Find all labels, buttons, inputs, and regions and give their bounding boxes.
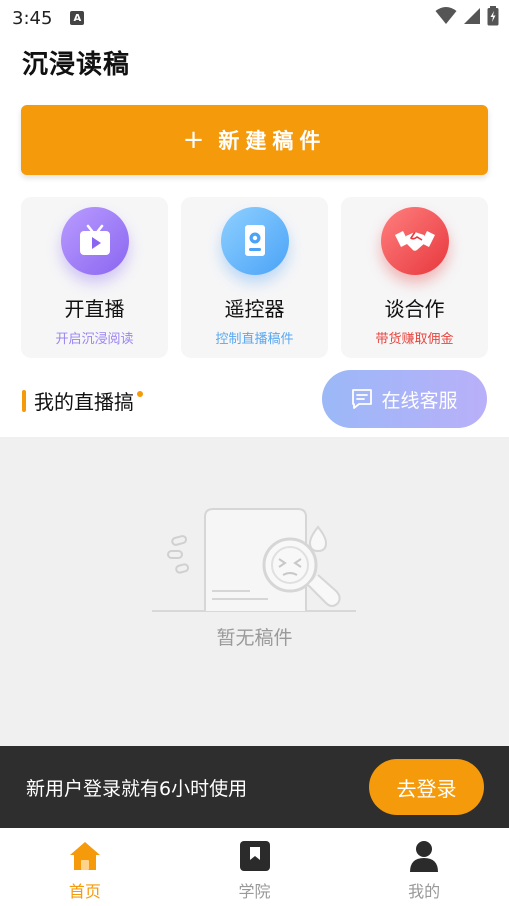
home-icon	[69, 842, 100, 870]
card-name: 开直播	[64, 297, 125, 321]
card-partnership[interactable]: 谈合作 带货赚取佣金	[341, 197, 488, 358]
section-header: 我的直播搞	[22, 386, 143, 415]
feature-cards: 开直播 开启沉浸阅读 遥控器 控制直播稿件 谈合作 带货赚取佣金	[21, 197, 488, 358]
tv-icon	[60, 207, 129, 275]
signal-icon	[464, 8, 480, 24]
tab-academy[interactable]: 学院	[170, 828, 340, 906]
plus-icon: +	[182, 125, 205, 155]
login-button[interactable]: 去登录	[369, 759, 484, 815]
online-service-button[interactable]: 在线客服	[322, 370, 487, 428]
a-letter-icon: A	[70, 11, 85, 25]
card-subtitle: 开启沉浸阅读	[55, 332, 134, 347]
chat-icon	[352, 389, 373, 409]
card-subtitle: 带货赚取佣金	[375, 332, 454, 347]
card-name: 遥控器	[224, 297, 285, 321]
section-title: 我的直播搞	[34, 390, 134, 414]
new-draft-label: 新建稿件	[218, 129, 327, 153]
wifi-icon	[435, 7, 457, 24]
handshake-icon	[380, 207, 449, 275]
card-name: 谈合作	[384, 297, 445, 321]
tab-label: 学院	[238, 882, 271, 901]
empty-state-text: 暂无稿件	[216, 627, 293, 649]
login-promo-text: 新用户登录就有6小时使用	[26, 777, 248, 800]
tab-label: 我的	[408, 882, 441, 901]
remote-icon	[220, 207, 289, 275]
empty-search-icon	[152, 508, 356, 612]
card-go-live[interactable]: 开直播 开启沉浸阅读	[21, 197, 168, 358]
empty-state: 暂无稿件	[0, 437, 509, 747]
card-subtitle: 控制直播稿件	[215, 332, 294, 347]
tab-label: 首页	[68, 882, 101, 901]
online-service-label: 在线客服	[381, 389, 458, 412]
bottom-tab-bar: 首页 学院 我的	[0, 828, 509, 906]
status-icons	[435, 6, 499, 26]
app-title: 沉浸读稿	[22, 50, 131, 80]
tab-home[interactable]: 首页	[0, 828, 170, 906]
card-remote[interactable]: 遥控器 控制直播稿件	[181, 197, 328, 358]
section-dot	[137, 390, 143, 397]
section-accent-bar	[22, 389, 26, 412]
status-bar: 3:45 A	[0, 0, 509, 36]
status-time: 3:45	[12, 7, 53, 29]
new-draft-button[interactable]: + 新建稿件	[21, 105, 488, 175]
tab-mine[interactable]: 我的	[339, 828, 509, 906]
battery-icon	[487, 6, 499, 26]
login-banner: 新用户登录就有6小时使用 去登录	[0, 746, 509, 828]
user-icon	[410, 841, 439, 872]
bookmark-icon	[239, 841, 270, 871]
